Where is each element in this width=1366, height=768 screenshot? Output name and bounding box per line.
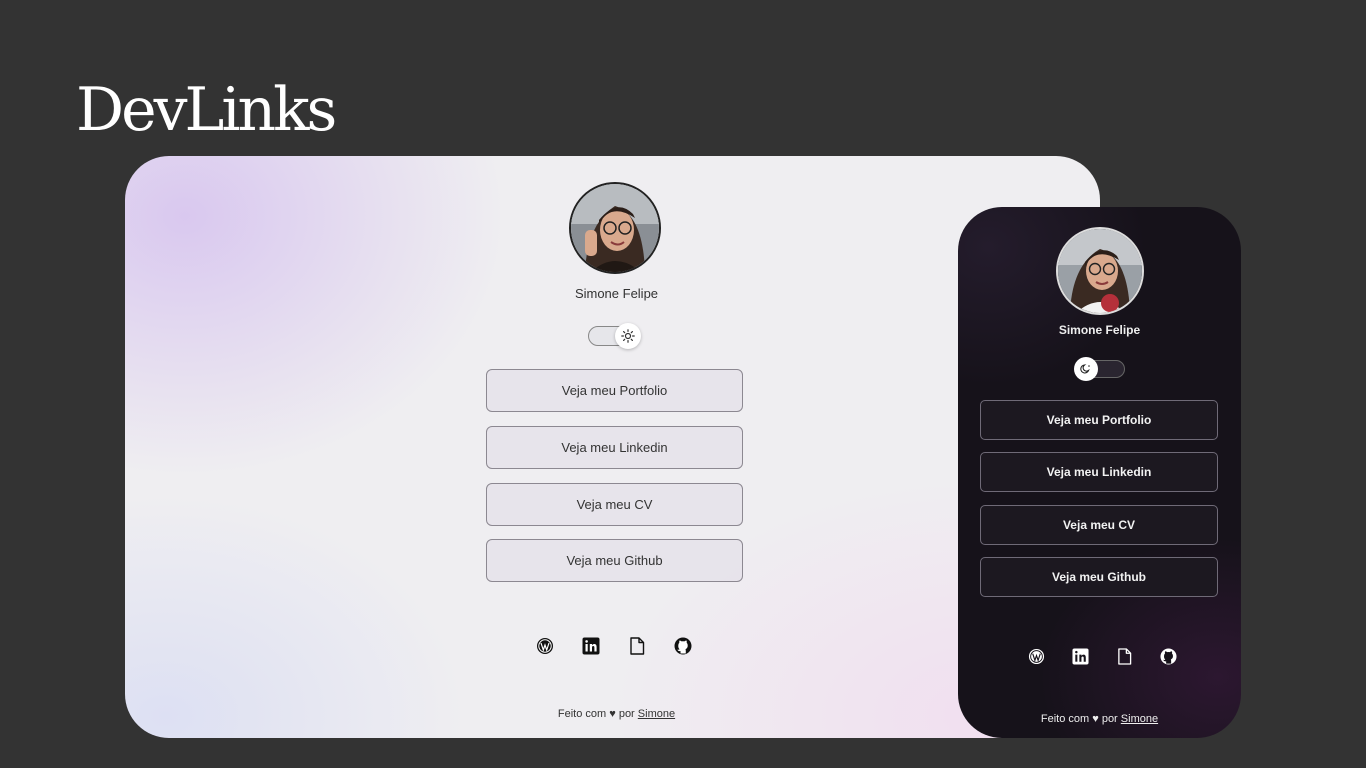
theme-toggle[interactable]: [1074, 357, 1125, 381]
profile-name: Simone Felipe: [1058, 323, 1141, 337]
mobile-preview: Simone Felipe Veja meu Portfolio Veja me…: [958, 207, 1241, 738]
footer: Feito com ♥ por Simone: [958, 713, 1241, 725]
moon-icon: [1074, 357, 1098, 381]
github-icon[interactable]: [1159, 647, 1178, 666]
author-link[interactable]: Simone: [1121, 713, 1158, 725]
github-button[interactable]: Veja meu Github: [980, 557, 1218, 597]
wordpress-icon[interactable]: [1027, 647, 1046, 666]
footer-text: Feito com ♥ por: [1040, 713, 1118, 725]
avatar: [569, 182, 661, 274]
profile-name: Simone Felipe: [574, 286, 659, 301]
linkedin-button[interactable]: Veja meu Linkedin: [486, 426, 743, 469]
portfolio-button[interactable]: Veja meu Portfolio: [486, 369, 743, 412]
theme-toggle[interactable]: [588, 323, 641, 349]
github-button[interactable]: Veja meu Github: [486, 539, 743, 582]
footer-text: Feito com ♥ por: [557, 708, 635, 720]
document-icon[interactable]: [1115, 647, 1134, 666]
document-icon[interactable]: [627, 636, 646, 655]
cv-button[interactable]: Veja meu CV: [980, 505, 1218, 545]
social-links: [535, 636, 692, 655]
linkedin-button[interactable]: Veja meu Linkedin: [980, 452, 1218, 492]
desktop-preview: Simone Felipe Veja meu Portfolio Veja me…: [125, 156, 1100, 738]
linkedin-icon[interactable]: [581, 636, 600, 655]
wordpress-icon[interactable]: [535, 636, 554, 655]
portfolio-button[interactable]: Veja meu Portfolio: [980, 400, 1218, 440]
social-links: [1027, 647, 1178, 666]
cv-button[interactable]: Veja meu CV: [486, 483, 743, 526]
sun-icon: [615, 323, 641, 349]
footer: Feito com ♥ por Simone: [125, 708, 1100, 720]
linkedin-icon[interactable]: [1071, 647, 1090, 666]
brand-title: DevLinks: [76, 75, 337, 145]
author-link[interactable]: Simone: [638, 708, 675, 720]
avatar: [1056, 227, 1144, 315]
github-icon[interactable]: [673, 636, 692, 655]
